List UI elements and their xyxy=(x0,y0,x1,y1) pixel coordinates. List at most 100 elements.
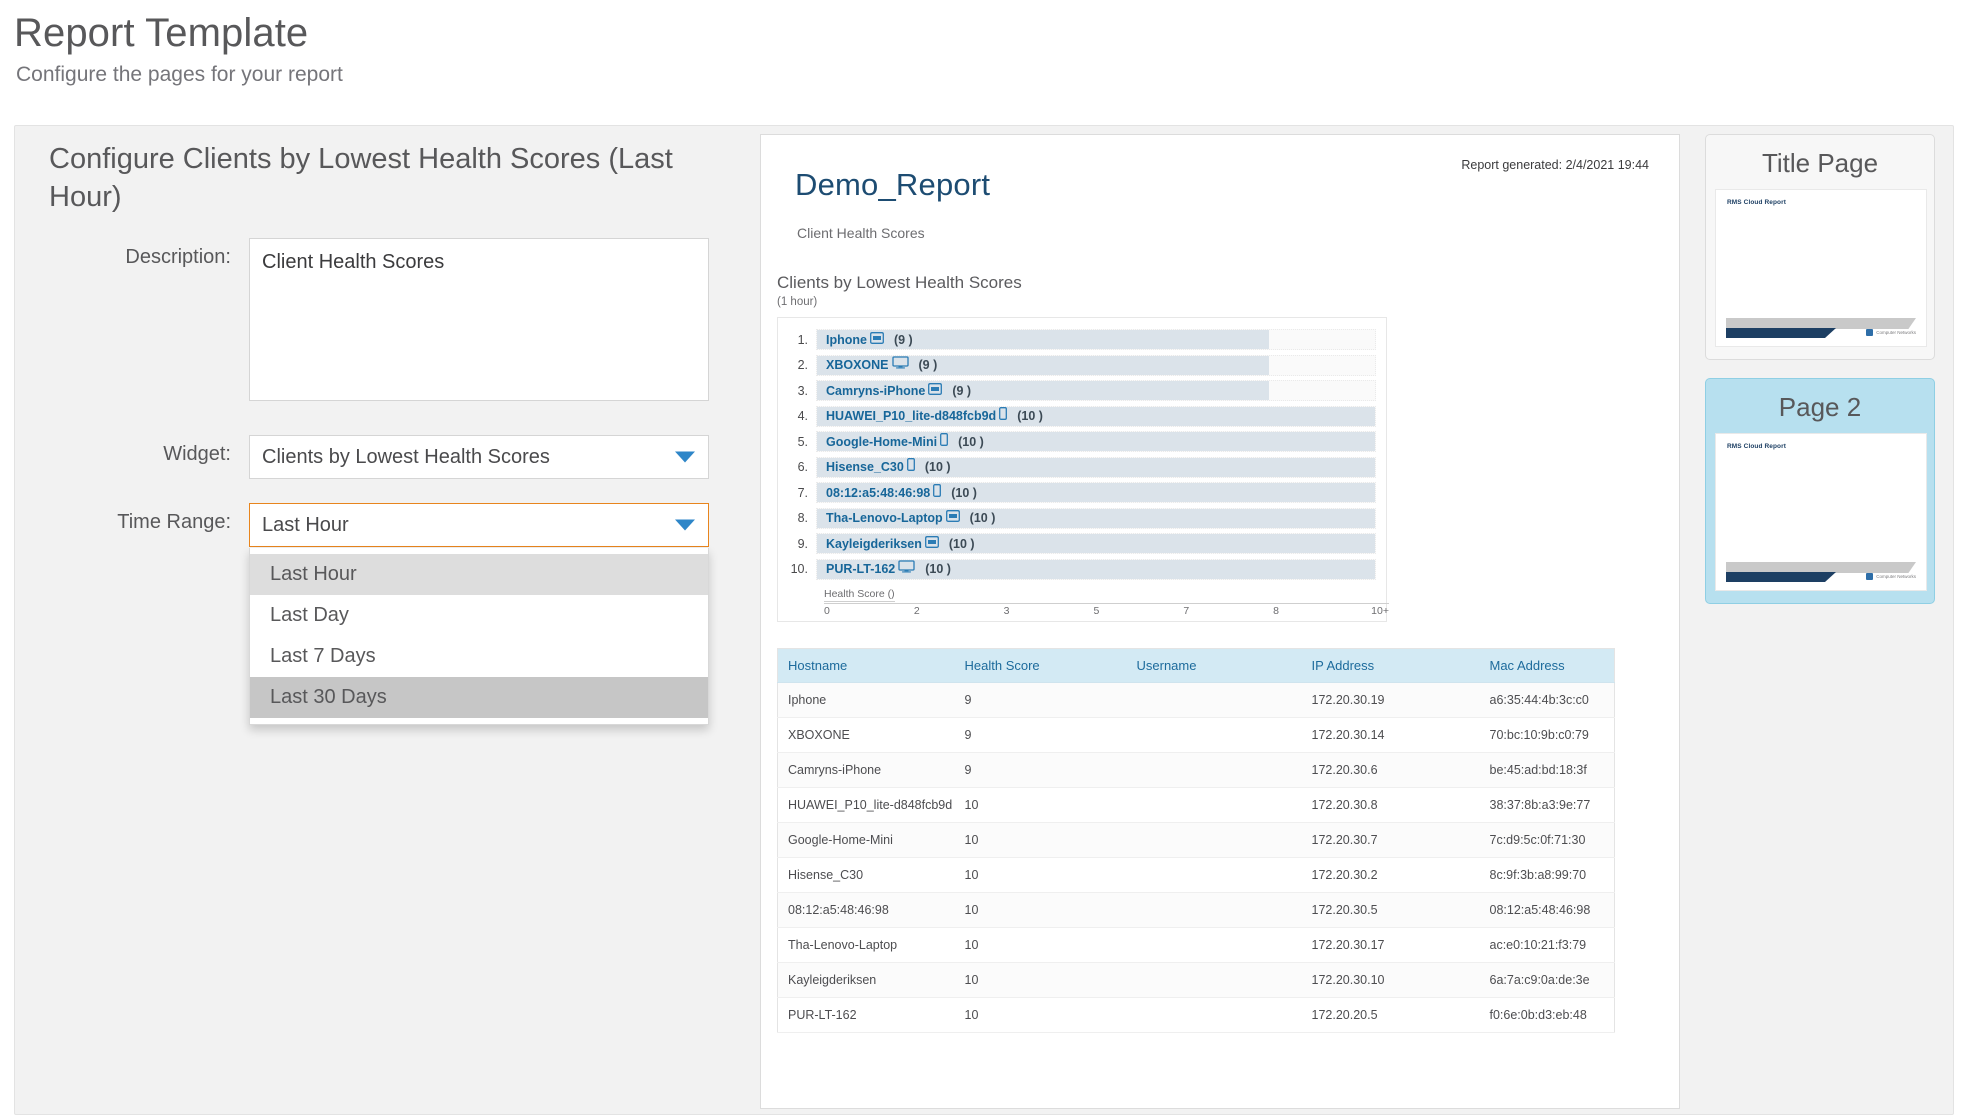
time-range-label: Time Range: xyxy=(117,511,231,534)
thumbnail-report-header: RMS Cloud Report xyxy=(1727,443,1787,450)
description-row: Description: Client Health Scores xyxy=(49,238,749,402)
phone-icon xyxy=(933,483,942,502)
widget-select[interactable]: Clients by Lowest Health Scores xyxy=(249,435,709,480)
table-row: HUAWEI_P10_lite-d848fcb9d 10 172.20.30.8 38… xyxy=(777,787,1615,823)
tablet-icon xyxy=(924,535,939,553)
page-thumbnail-preview: RMS Cloud Report Computer Networks xyxy=(1715,189,1927,347)
tablet-icon xyxy=(870,331,884,349)
table-cell: 10 xyxy=(954,892,1127,928)
chart-bar-row: 10. PUR-LT-162 (10 ) xyxy=(788,558,1376,580)
table-cell: Kayleigderiksen xyxy=(777,962,955,998)
time-range-option[interactable]: Last 7 Days xyxy=(250,636,708,677)
time-range-dropdown[interactable]: Last Hour Last Day Last 7 Days Last 30 Days xyxy=(249,548,709,726)
chart-bar: XBOXONE (9 ) xyxy=(817,355,1270,375)
logo-text: Computer Networks xyxy=(1876,574,1916,579)
page-thumbnail[interactable]: Page 2 RMS Cloud Report Computer Networks xyxy=(1705,378,1935,604)
table-cell: 10 xyxy=(954,822,1127,858)
tablet-icon xyxy=(945,509,960,527)
chart-bar-label[interactable]: HUAWEI_P10_lite-d848fcb9d xyxy=(826,409,996,423)
table-cell: 172.20.30.8 xyxy=(1301,787,1480,823)
chart-bar-value: (10 ) xyxy=(948,536,975,551)
chart-bar-value: (9 ) xyxy=(893,332,913,347)
phone-icon xyxy=(999,407,1008,425)
table-column-header[interactable]: Hostname xyxy=(777,648,955,683)
page-thumbnail[interactable]: Title Page RMS Cloud Report Computer Netwo… xyxy=(1705,134,1935,360)
chart-bar-label[interactable]: XBOXONE xyxy=(826,358,889,372)
table-cell: 172.20.30.19 xyxy=(1301,682,1480,718)
chart-bar: Kayleigderiksen (10 ) xyxy=(817,534,1375,553)
page-thumbnail-title: Title Page xyxy=(1761,148,1879,178)
table-column-header[interactable]: IP Address xyxy=(1301,648,1480,683)
time-range-select-wrap: Last Hour Last Hour Last Day Last 7 Days La… xyxy=(249,503,709,726)
chart-axis: Health Score () 0 2 3 5 7 8 10+ xyxy=(824,584,1389,617)
chart-bar-row: 4. HUAWEI_P10_lite-d848fcb9d (10 ) xyxy=(788,405,1376,427)
description-input[interactable]: Client Health Scores xyxy=(249,238,709,402)
chart-bar-row: 5. Google-Home-Mini (10 ) xyxy=(788,431,1376,452)
chart-bar-value: (9 ) xyxy=(952,383,972,398)
report-preview: Report generated: 2/4/2021 19:44 Demo_Re… xyxy=(760,134,1680,1109)
table-column-header[interactable]: Username xyxy=(1126,648,1302,683)
page-title: Report Template xyxy=(14,11,309,55)
table-cell xyxy=(1126,822,1302,858)
chart-bar-label[interactable]: 08:12:a5:48:46:98 xyxy=(826,486,930,500)
axis-tick: 2 xyxy=(913,605,920,617)
table-cell: 10 xyxy=(954,962,1127,998)
chart-bar-rank: 4. xyxy=(797,409,808,423)
chart-bar-label[interactable]: Camryns-iPhone xyxy=(826,384,925,398)
chart-bar-track: Kayleigderiksen (10 ) xyxy=(816,533,1376,554)
widget-label: Widget: xyxy=(163,443,231,466)
table-cell: 10 xyxy=(954,997,1127,1033)
axis-tick: 5 xyxy=(1093,605,1100,617)
table-cell: 172.20.30.2 xyxy=(1301,857,1480,893)
time-range-option[interactable]: Last 30 Days xyxy=(250,677,708,719)
chart-bar-rank: 10. xyxy=(790,562,808,576)
axis-label: Health Score () xyxy=(824,588,895,602)
table-cell xyxy=(1126,997,1302,1033)
chart-bar-row: 6. Hisense_C30 (10 ) xyxy=(788,456,1376,478)
table-cell xyxy=(1126,752,1302,788)
chevron-down-icon xyxy=(675,519,695,531)
thumbnail-footer-bar xyxy=(1726,562,1916,573)
chart-bar-label[interactable]: PUR-LT-162 xyxy=(826,562,895,576)
time-range-option[interactable]: Last Day xyxy=(250,595,708,636)
health-score-chart: 1. Iphone (9 ) 2. XBOXONE (9 ) 3. Camryns-iPhon… xyxy=(777,317,1389,622)
table-row: 08:12:a5:48:46:98 10 172.20.30.5 08:12:a5:4… xyxy=(777,892,1615,928)
chart-bar-row: 1. Iphone (9 ) xyxy=(788,329,1376,350)
chart-bar-value: (10 ) xyxy=(958,434,984,449)
chart-bar-label[interactable]: Iphone xyxy=(826,333,867,347)
table-column-header[interactable]: Mac Address xyxy=(1479,648,1615,683)
report-title: Demo_Report xyxy=(795,167,991,202)
table-cell: 10 xyxy=(954,927,1127,963)
time-range-option[interactable]: Last Hour xyxy=(250,554,708,596)
chart-bar-label[interactable]: Hisense_C30 xyxy=(826,460,904,474)
chart-bar: Hisense_C30 (10 ) xyxy=(817,457,1375,477)
thumbnail-footer-bar xyxy=(1726,318,1916,329)
table-column-header[interactable]: Health Score xyxy=(954,648,1127,683)
chart-bar-label[interactable]: Tha-Lenovo-Laptop xyxy=(826,511,943,525)
page-thumbnail-preview: RMS Cloud Report Computer Networks xyxy=(1715,433,1927,591)
chart-bar-row: 7. 08:12:a5:48:46:98 (10 ) xyxy=(788,482,1376,503)
table-cell: 9 xyxy=(954,752,1127,788)
table-cell xyxy=(1126,787,1302,823)
thumbnail-footer-accent xyxy=(1726,328,1836,338)
time-range-select[interactable]: Last Hour xyxy=(249,503,709,548)
table-cell: 172.20.30.17 xyxy=(1301,927,1480,963)
table-cell: Camryns-iPhone xyxy=(777,752,955,788)
config-form: Configure Clients by Lowest Health Score… xyxy=(49,141,749,726)
axis-tick: 8 xyxy=(1273,605,1279,617)
chart-bar-label[interactable]: Kayleigderiksen xyxy=(826,537,922,551)
chart-bar-rank: 9. xyxy=(797,536,808,551)
table-cell: 9 xyxy=(954,682,1127,718)
table-cell: 172.20.30.7 xyxy=(1301,822,1480,858)
chart-bar-value: (10 ) xyxy=(1017,409,1043,423)
table-cell: 172.20.30.5 xyxy=(1301,892,1480,928)
widget-select-wrap: Clients by Lowest Health Scores xyxy=(249,435,709,480)
chart-bar-label[interactable]: Google-Home-Mini xyxy=(826,435,937,449)
thumbnail-logo: Computer Networks xyxy=(1866,329,1916,336)
chart-bar-rank: 3. xyxy=(797,383,808,398)
table-cell: HUAWEI_P10_lite-d848fcb9d xyxy=(777,787,955,823)
chart-bar-track: Tha-Lenovo-Laptop (10 ) xyxy=(816,507,1376,529)
chart-bar-rank: 2. xyxy=(797,358,808,372)
logo-mark-icon xyxy=(1866,573,1874,580)
table-row: Kayleigderiksen 10 172.20.30.10 6a:7a:c9:0a… xyxy=(777,962,1615,998)
